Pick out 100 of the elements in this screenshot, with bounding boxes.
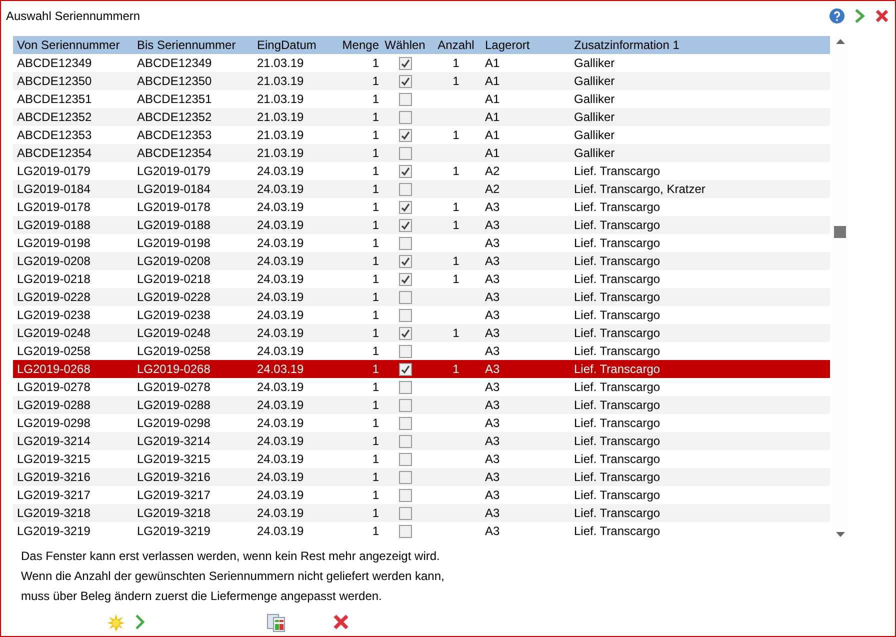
table-row[interactable]: LG2019-0268 LG2019-0268 24.03.19 1 1 A3 Lief. Transcargo (13, 360, 830, 378)
table-cell-text: A1 (484, 73, 501, 90)
chevron-right-icon[interactable] (855, 9, 865, 23)
table-row[interactable]: LG2019-0238 LG2019-0238 24.03.19 1 A3 Lief. Transcargo (13, 306, 830, 324)
table-row[interactable]: ABCDE12351 ABCDE12351 21.03.19 1 A1 Galliker (13, 90, 830, 108)
table-row[interactable]: LG2019-0178 LG2019-0178 24.03.19 1 1 A3 Lief. Transcargo (13, 198, 830, 216)
document-icon[interactable] (267, 614, 285, 632)
table-cell-text: Lief. Transcargo (573, 379, 662, 396)
table-row[interactable]: LG2019-3214 LG2019-3214 24.03.19 1 A3 Lief. Transcargo (13, 432, 830, 450)
table-row[interactable]: ABCDE12354 ABCDE12354 21.03.19 1 A1 Galliker (13, 144, 830, 162)
checkbox[interactable] (398, 92, 412, 106)
table-cell-text: A3 (484, 433, 501, 450)
table-cell-text: A2 (484, 163, 501, 180)
table-cell-text: A3 (484, 469, 501, 486)
table-row[interactable]: LG2019-0288 LG2019-0288 24.03.19 1 A3 Lief. Transcargo (13, 396, 830, 414)
table-cell-text: LG2019-3217 (136, 487, 212, 504)
checkbox[interactable] (398, 434, 412, 448)
table-cell-text: LG2019-0228 (136, 289, 212, 306)
table-cell-text: 1 (371, 163, 379, 180)
checkbox[interactable] (398, 200, 412, 214)
table-row[interactable]: ABCDE12352 ABCDE12352 21.03.19 1 A1 Galliker (13, 108, 830, 126)
table-cell-text: Lief. Transcargo (573, 235, 662, 252)
table-cell-text: 1 (371, 397, 379, 414)
checkbox[interactable] (398, 416, 412, 430)
table-cell-text: 1 (371, 145, 379, 162)
table-cell-text: 1 (452, 325, 460, 342)
close-icon[interactable] (333, 614, 349, 630)
table-row[interactable]: LG2019-0188 LG2019-0188 24.03.19 1 1 A3 Lief. Transcargo (13, 216, 830, 234)
table-cell-text: LG2019-0248 (16, 325, 92, 342)
table-cell-text: Lief. Transcargo (573, 217, 662, 234)
table-cell-text: 1 (452, 253, 460, 270)
table-row[interactable]: LG2019-3219 LG2019-3219 24.03.19 1 A3 Lief. Transcargo (13, 522, 830, 540)
table-cell-text: LG2019-0268 (136, 361, 212, 378)
table-row[interactable]: LG2019-0278 LG2019-0278 24.03.19 1 A3 Lief. Transcargo (13, 378, 830, 396)
table-row[interactable]: ABCDE12349 ABCDE12349 21.03.19 1 1 A1 Galliker (13, 54, 830, 72)
table-cell-text: LG2019-3215 (16, 451, 92, 468)
scroll-up-icon[interactable] (836, 39, 844, 44)
table-cell-text: 24.03.19 (256, 271, 305, 288)
column-header[interactable]: Zusatzinformation 1 (570, 36, 830, 54)
checkbox[interactable] (398, 488, 412, 502)
table-cell-text: ABCDE12352 (136, 109, 213, 126)
column-header[interactable]: EingDatum (253, 36, 333, 54)
table-row[interactable]: LG2019-3216 LG2019-3216 24.03.19 1 A3 Lief. Transcargo (13, 468, 830, 486)
column-header[interactable]: Wählen (379, 36, 431, 54)
table-cell-text: ABCDE12354 (16, 145, 93, 162)
checkbox[interactable] (398, 380, 412, 394)
checkbox[interactable] (398, 290, 412, 304)
checkbox[interactable] (398, 182, 412, 196)
checkbox[interactable] (398, 524, 412, 538)
table-row[interactable]: LG2019-0248 LG2019-0248 24.03.19 1 1 A3 Lief. Transcargo (13, 324, 830, 342)
table-row[interactable]: ABCDE12353 ABCDE12353 21.03.19 1 1 A1 Galliker (13, 126, 830, 144)
checkbox[interactable] (398, 146, 412, 160)
checkbox[interactable] (398, 74, 412, 88)
checkbox[interactable] (398, 56, 412, 70)
table-cell-text: 1 (371, 253, 379, 270)
table-cell-text: Lief. Transcargo (573, 163, 662, 180)
table-row[interactable]: LG2019-0298 LG2019-0298 24.03.19 1 A3 Lief. Transcargo (13, 414, 830, 432)
starburst-icon[interactable] (107, 614, 125, 632)
chevron-right-icon[interactable] (135, 614, 145, 630)
column-header[interactable]: Lagerort (481, 36, 570, 54)
checkbox[interactable] (398, 452, 412, 466)
checkbox[interactable] (398, 164, 412, 178)
checkbox[interactable] (398, 272, 412, 286)
checkbox[interactable] (398, 506, 412, 520)
table-cell-text: Lief. Transcargo (573, 451, 662, 468)
table-cell-text: LG2019-0278 (136, 379, 212, 396)
table-cell-text: A3 (484, 199, 501, 216)
checkbox[interactable] (398, 344, 412, 358)
table-row[interactable]: LG2019-3218 LG2019-3218 24.03.19 1 A3 Lief. Transcargo (13, 504, 830, 522)
table-row[interactable]: LG2019-0179 LG2019-0179 24.03.19 1 1 A2 Lief. Transcargo (13, 162, 830, 180)
table-row[interactable]: LG2019-0184 LG2019-0184 24.03.19 1 A2 Lief. Transcargo, Kratzer (13, 180, 830, 198)
table-row[interactable]: LG2019-0258 LG2019-0258 24.03.19 1 A3 Lief. Transcargo (13, 342, 830, 360)
checkbox[interactable] (398, 236, 412, 250)
scroll-thumb[interactable] (834, 226, 846, 238)
checkbox[interactable] (398, 254, 412, 268)
help-icon[interactable] (829, 8, 845, 24)
checkbox[interactable] (398, 470, 412, 484)
table-cell-text: LG2019-3216 (136, 469, 212, 486)
checkbox[interactable] (398, 326, 412, 340)
table-row[interactable]: LG2019-3215 LG2019-3215 24.03.19 1 A3 Lief. Transcargo (13, 450, 830, 468)
checkbox[interactable] (398, 398, 412, 412)
table-row[interactable]: LG2019-3217 LG2019-3217 24.03.19 1 A3 Lief. Transcargo (13, 486, 830, 504)
checkbox[interactable] (398, 218, 412, 232)
table-row[interactable]: LG2019-0218 LG2019-0218 24.03.19 1 1 A3 Lief. Transcargo (13, 270, 830, 288)
table-row[interactable]: ABCDE12350 ABCDE12350 21.03.19 1 1 A1 Galliker (13, 72, 830, 90)
table-row[interactable]: LG2019-0228 LG2019-0228 24.03.19 1 A3 Lief. Transcargo (13, 288, 830, 306)
column-header[interactable]: Anzahl (431, 36, 481, 54)
column-header[interactable]: Von Seriennummer (13, 36, 133, 54)
table-row[interactable]: LG2019-0208 LG2019-0208 24.03.19 1 1 A3 Lief. Transcargo (13, 252, 830, 270)
scroll-down-icon[interactable] (836, 532, 844, 537)
table-row[interactable]: LG2019-0198 LG2019-0198 24.03.19 1 A3 Lief. Transcargo (13, 234, 830, 252)
table-cell-text: ABCDE12350 (136, 73, 213, 90)
checkbox[interactable] (398, 362, 412, 376)
close-icon[interactable] (875, 9, 889, 23)
checkbox[interactable] (398, 128, 412, 142)
checkbox[interactable] (398, 110, 412, 124)
checkbox[interactable] (398, 308, 412, 322)
column-header[interactable]: Menge (333, 36, 379, 54)
table-cell-text: A1 (484, 145, 501, 162)
column-header[interactable]: Bis Seriennummer (133, 36, 253, 54)
